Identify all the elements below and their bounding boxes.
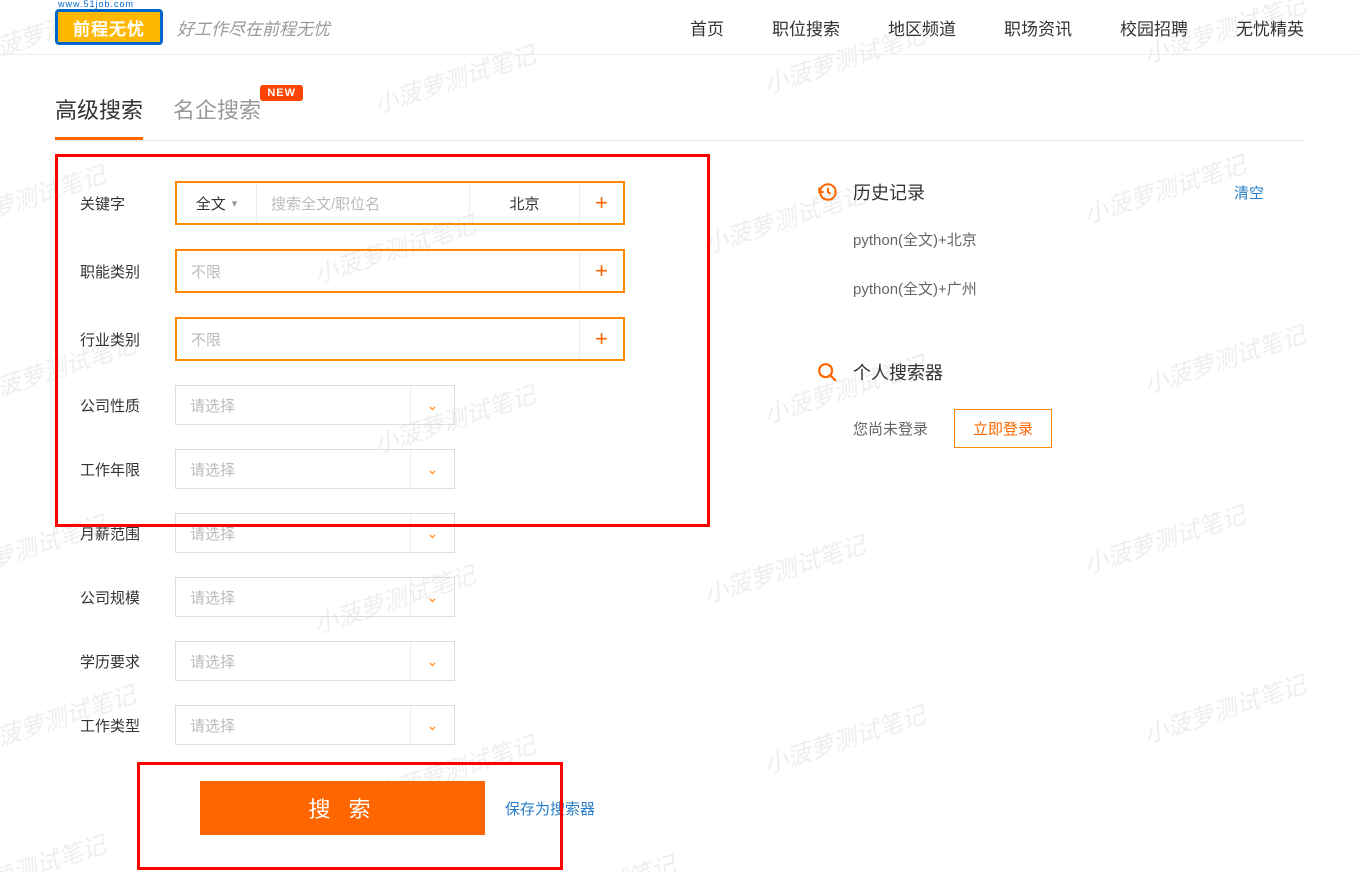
add-function-button[interactable]: +: [579, 251, 623, 291]
chevron-down-icon: ⌄: [410, 514, 454, 552]
row-function-category: 职能类别 不限 +: [55, 249, 745, 293]
company-size-text: 请选择: [176, 578, 410, 616]
company-type-text: 请选择: [176, 386, 410, 424]
label-company-type: 公司性质: [55, 395, 175, 416]
chevron-down-icon: ⌄: [410, 706, 454, 744]
industry-input[interactable]: 不限: [177, 319, 579, 359]
salary-text: 请选择: [176, 514, 410, 552]
keyword-type-text: 全文: [196, 193, 226, 214]
nav-region[interactable]: 地区频道: [888, 15, 956, 40]
nav-elite[interactable]: 无忧精英: [1236, 15, 1304, 40]
chevron-down-icon: ⌄: [410, 386, 454, 424]
row-job-type: 工作类型 请选择 ⌄: [55, 705, 745, 745]
row-salary: 月薪范围 请选择 ⌄: [55, 513, 745, 553]
function-input[interactable]: 不限: [177, 251, 579, 291]
city-select[interactable]: 北京: [469, 183, 579, 223]
tab-famous-label: 名企搜索: [173, 98, 261, 123]
site-header: 前程无忧 好工作尽在前程无忧 首页 职位搜索 地区频道 职场资讯 校园招聘 无忧…: [0, 0, 1359, 55]
label-function: 职能类别: [55, 261, 175, 282]
personal-title: 个人搜索器: [853, 359, 1304, 385]
tab-advanced-search[interactable]: 高级搜索: [55, 93, 143, 140]
label-keyword: 关键字: [55, 193, 175, 214]
chevron-down-icon: ⌄: [410, 578, 454, 616]
row-work-years: 工作年限 请选择 ⌄: [55, 449, 745, 489]
sidebar: 历史记录 清空 python(全文)+北京 python(全文)+广州 个人搜索…: [815, 159, 1304, 835]
nav-home[interactable]: 首页: [690, 15, 724, 40]
nav-campus[interactable]: 校园招聘: [1120, 15, 1188, 40]
clear-history-link[interactable]: 清空: [1234, 182, 1264, 203]
label-industry: 行业类别: [55, 329, 175, 350]
education-select[interactable]: 请选择 ⌄: [175, 641, 455, 681]
history-title: 历史记录: [853, 179, 1220, 205]
nav-job-search[interactable]: 职位搜索: [772, 15, 840, 40]
job-type-select[interactable]: 请选择 ⌄: [175, 705, 455, 745]
row-keyword: 关键字 全文 ▾ 搜索全文/职位名 北京 +: [55, 181, 745, 225]
salary-select[interactable]: 请选择 ⌄: [175, 513, 455, 553]
main-nav: 首页 职位搜索 地区频道 职场资讯 校园招聘 无忧精英: [690, 15, 1304, 40]
education-text: 请选择: [176, 642, 410, 680]
add-city-button[interactable]: +: [579, 183, 623, 223]
search-button[interactable]: 搜 索: [200, 781, 485, 835]
site-logo[interactable]: 前程无忧: [55, 9, 163, 45]
job-type-text: 请选择: [176, 706, 410, 744]
company-size-select[interactable]: 请选择 ⌄: [175, 577, 455, 617]
label-salary: 月薪范围: [55, 523, 175, 544]
label-company-size: 公司规模: [55, 587, 175, 608]
site-slogan: 好工作尽在前程无忧: [177, 15, 330, 40]
label-work-years: 工作年限: [55, 459, 175, 480]
not-logged-text: 您尚未登录: [853, 418, 928, 439]
company-type-select[interactable]: 请选择 ⌄: [175, 385, 455, 425]
tab-famous-company[interactable]: 名企搜索 NEW: [173, 93, 261, 140]
history-item[interactable]: python(全文)+广州: [853, 278, 1304, 299]
row-education: 学历要求 请选择 ⌄: [55, 641, 745, 681]
history-panel: 历史记录 清空 python(全文)+北京 python(全文)+广州: [815, 179, 1304, 299]
keyword-type-select[interactable]: 全文 ▾: [177, 183, 257, 223]
new-badge: NEW: [260, 85, 303, 101]
history-item[interactable]: python(全文)+北京: [853, 229, 1304, 250]
save-as-searcher-link[interactable]: 保存为搜索器: [505, 798, 595, 819]
add-industry-button[interactable]: +: [579, 319, 623, 359]
row-company-type: 公司性质 请选择 ⌄: [55, 385, 745, 425]
work-years-select[interactable]: 请选择 ⌄: [175, 449, 455, 489]
chevron-down-icon: ⌄: [410, 450, 454, 488]
row-company-size: 公司规模 请选择 ⌄: [55, 577, 745, 617]
personal-searcher-panel: 个人搜索器 您尚未登录 立即登录: [815, 359, 1304, 448]
work-years-text: 请选择: [176, 450, 410, 488]
search-tabs: 高级搜索 名企搜索 NEW: [55, 93, 1305, 141]
label-education: 学历要求: [55, 651, 175, 672]
search-button-row: 搜 索 保存为搜索器: [55, 781, 745, 835]
row-industry-category: 行业类别 不限 +: [55, 317, 745, 361]
search-icon: [815, 360, 839, 384]
nav-news[interactable]: 职场资讯: [1004, 15, 1072, 40]
history-icon: [815, 180, 839, 204]
login-button[interactable]: 立即登录: [954, 409, 1052, 448]
chevron-down-icon: ▾: [232, 197, 238, 210]
label-job-type: 工作类型: [55, 715, 175, 736]
chevron-down-icon: ⌄: [410, 642, 454, 680]
keyword-input[interactable]: 搜索全文/职位名: [257, 183, 469, 223]
search-form: 关键字 全文 ▾ 搜索全文/职位名 北京 + 职能类别 不限 + 行业类别: [55, 159, 745, 835]
